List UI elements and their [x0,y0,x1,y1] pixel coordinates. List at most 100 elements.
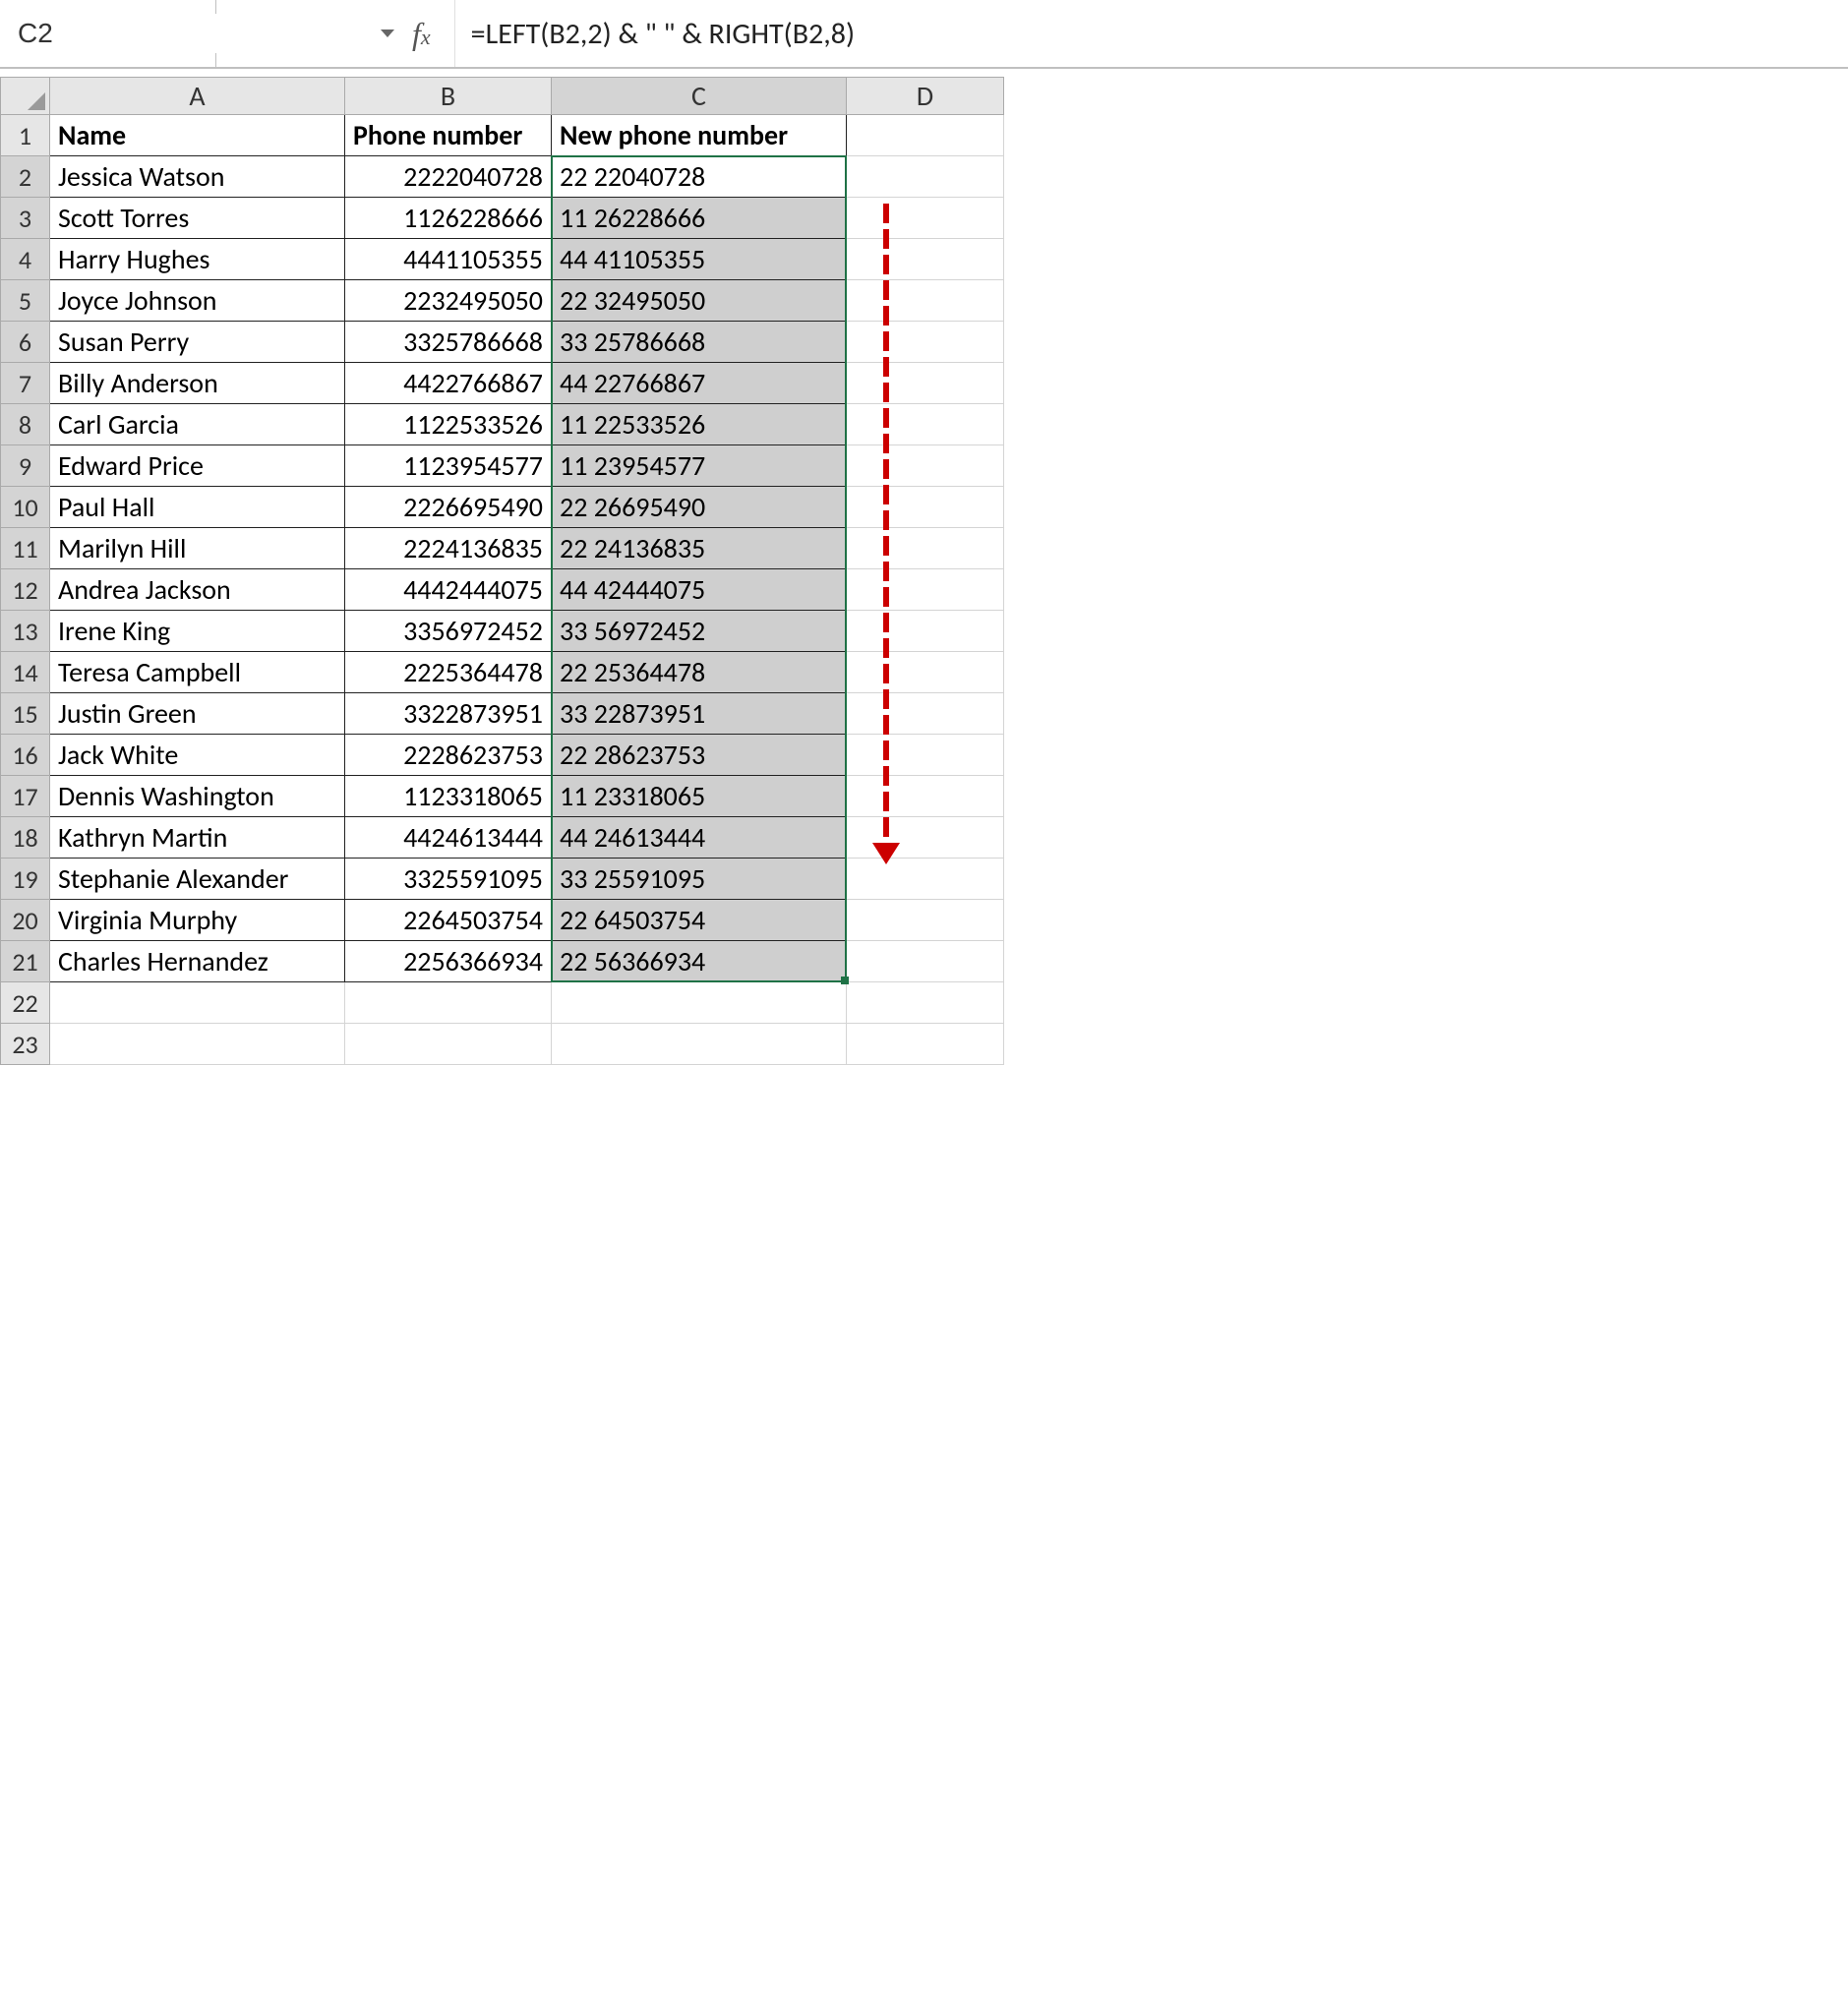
cell-B16[interactable]: 2228623753 [345,735,552,776]
cell-B1[interactable]: Phone number [345,115,552,156]
cell-A12[interactable]: Andrea Jackson [50,569,345,611]
cell-D12[interactable] [847,569,1004,611]
cell-D14[interactable] [847,652,1004,693]
cell-C7[interactable]: 44 22766867 [552,363,847,404]
cell-C3[interactable]: 11 26228666 [552,198,847,239]
cell-B6[interactable]: 3325786668 [345,322,552,363]
cell-A13[interactable]: Irene King [50,611,345,652]
cell-B20[interactable]: 2264503754 [345,900,552,941]
cell-C8[interactable]: 11 22533526 [552,404,847,445]
cell-D22[interactable] [847,982,1004,1024]
cell-D10[interactable] [847,487,1004,528]
name-box-dropdown-icon[interactable] [381,30,394,37]
cell-A23[interactable] [50,1024,345,1065]
row-header-1[interactable]: 1 [1,115,50,156]
cell-D4[interactable] [847,239,1004,280]
cell-D15[interactable] [847,693,1004,735]
cell-C18[interactable]: 44 24613444 [552,817,847,859]
cell-C10[interactable]: 22 26695490 [552,487,847,528]
fx-icon[interactable]: fx [412,16,431,52]
cell-B11[interactable]: 2224136835 [345,528,552,569]
cell-A19[interactable]: Stephanie Alexander [50,859,345,900]
row-header-21[interactable]: 21 [1,941,50,982]
cell-B18[interactable]: 4424613444 [345,817,552,859]
row-header-4[interactable]: 4 [1,239,50,280]
cell-B8[interactable]: 1122533526 [345,404,552,445]
cell-D3[interactable] [847,198,1004,239]
column-header-A[interactable]: A [50,78,345,115]
cell-D6[interactable] [847,322,1004,363]
cell-C20[interactable]: 22 64503754 [552,900,847,941]
row-header-7[interactable]: 7 [1,363,50,404]
cell-D9[interactable] [847,445,1004,487]
row-header-14[interactable]: 14 [1,652,50,693]
name-box-wrap[interactable] [0,0,216,67]
cell-D23[interactable] [847,1024,1004,1065]
cell-B7[interactable]: 4422766867 [345,363,552,404]
cell-C2[interactable]: 22 22040728 [552,156,847,198]
row-header-11[interactable]: 11 [1,528,50,569]
cell-B22[interactable] [345,982,552,1024]
cell-C9[interactable]: 11 23954577 [552,445,847,487]
cell-C11[interactable]: 22 24136835 [552,528,847,569]
row-header-23[interactable]: 23 [1,1024,50,1065]
name-box[interactable] [10,14,381,53]
cell-C1[interactable]: New phone number [552,115,847,156]
cell-D11[interactable] [847,528,1004,569]
cell-C5[interactable]: 22 32495050 [552,280,847,322]
cell-A5[interactable]: Joyce Johnson [50,280,345,322]
cell-A17[interactable]: Dennis Washington [50,776,345,817]
cell-B5[interactable]: 2232495050 [345,280,552,322]
cell-D8[interactable] [847,404,1004,445]
cell-A21[interactable]: Charles Hernandez [50,941,345,982]
cell-D21[interactable] [847,941,1004,982]
row-header-8[interactable]: 8 [1,404,50,445]
column-header-B[interactable]: B [345,78,552,115]
row-header-19[interactable]: 19 [1,859,50,900]
cell-C12[interactable]: 44 42444075 [552,569,847,611]
cell-C19[interactable]: 33 25591095 [552,859,847,900]
select-all-corner[interactable] [1,78,50,115]
spreadsheet-grid[interactable]: ABCD 1NamePhone numberNew phone number2J… [0,77,1004,1065]
row-header-18[interactable]: 18 [1,817,50,859]
cell-C6[interactable]: 33 25786668 [552,322,847,363]
formula-bar-input[interactable]: =LEFT(B2,2) & " " & RIGHT(B2,8) [455,0,1848,67]
cell-A10[interactable]: Paul Hall [50,487,345,528]
cell-D1[interactable] [847,115,1004,156]
cell-B23[interactable] [345,1024,552,1065]
cell-D13[interactable] [847,611,1004,652]
row-header-9[interactable]: 9 [1,445,50,487]
row-header-3[interactable]: 3 [1,198,50,239]
cell-C4[interactable]: 44 41105355 [552,239,847,280]
row-header-17[interactable]: 17 [1,776,50,817]
row-header-2[interactable]: 2 [1,156,50,198]
row-header-20[interactable]: 20 [1,900,50,941]
cell-B17[interactable]: 1123318065 [345,776,552,817]
cell-A4[interactable]: Harry Hughes [50,239,345,280]
cell-A8[interactable]: Carl Garcia [50,404,345,445]
cell-B9[interactable]: 1123954577 [345,445,552,487]
cell-A7[interactable]: Billy Anderson [50,363,345,404]
cell-A3[interactable]: Scott Torres [50,198,345,239]
cell-C17[interactable]: 11 23318065 [552,776,847,817]
cell-A1[interactable]: Name [50,115,345,156]
cell-C21[interactable]: 22 56366934 [552,941,847,982]
cell-D5[interactable] [847,280,1004,322]
cell-B21[interactable]: 2256366934 [345,941,552,982]
cell-A2[interactable]: Jessica Watson [50,156,345,198]
cell-A9[interactable]: Edward Price [50,445,345,487]
column-header-C[interactable]: C [552,78,847,115]
cell-C15[interactable]: 33 22873951 [552,693,847,735]
row-header-10[interactable]: 10 [1,487,50,528]
row-header-12[interactable]: 12 [1,569,50,611]
cell-C23[interactable] [552,1024,847,1065]
cell-A16[interactable]: Jack White [50,735,345,776]
cell-C22[interactable] [552,982,847,1024]
cell-B15[interactable]: 3322873951 [345,693,552,735]
row-header-15[interactable]: 15 [1,693,50,735]
cell-A18[interactable]: Kathryn Martin [50,817,345,859]
column-header-D[interactable]: D [847,78,1004,115]
cell-B14[interactable]: 2225364478 [345,652,552,693]
row-header-22[interactable]: 22 [1,982,50,1024]
cell-C16[interactable]: 22 28623753 [552,735,847,776]
